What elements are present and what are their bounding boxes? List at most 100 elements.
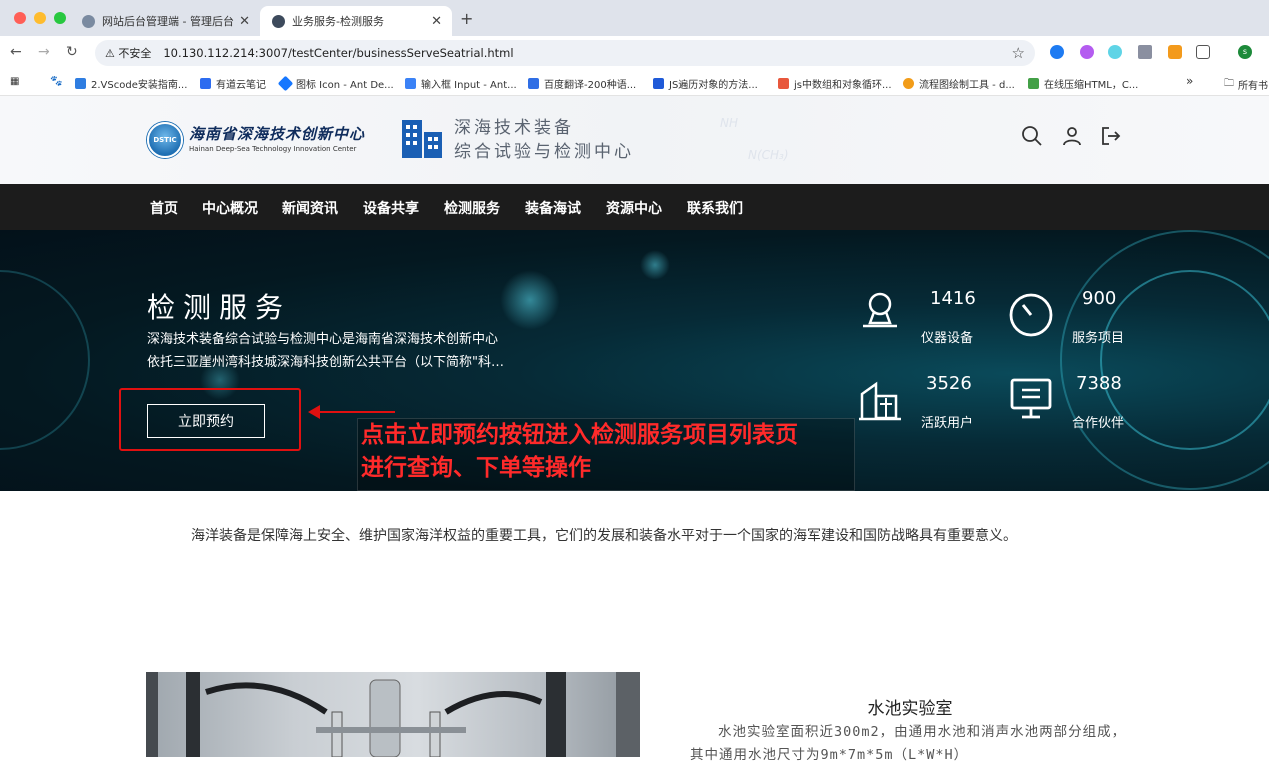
csdn-icon: [778, 78, 789, 89]
maximize-window-button[interactable]: [54, 12, 66, 24]
profile-avatar[interactable]: s: [1238, 45, 1252, 59]
nav-about[interactable]: 中心概况: [202, 198, 258, 218]
light-glow: [640, 250, 670, 280]
bookmark-item[interactable]: js中数组和对象循环...: [778, 76, 892, 91]
tab-title: 业务服务-检测服务: [292, 15, 384, 28]
browser-tab-service[interactable]: 业务服务-检测服务 ✕: [260, 6, 452, 36]
center-title: 深海技术装备 综合试验与检测中心: [454, 118, 634, 162]
banner-title: 检测服务: [147, 291, 292, 324]
nav-equipment-sharing[interactable]: 设备共享: [363, 198, 419, 218]
stat-label: 合作伙伴: [1072, 416, 1125, 431]
minimize-window-button[interactable]: [34, 12, 46, 24]
tech-ring-decoration: [1100, 270, 1269, 450]
browser-tab-bar: 网站后台管理端 - 管理后台 ✕ 业务服务-检测服务 ✕ +: [0, 0, 1269, 36]
bookmarks-bar: ▦ 🐾 2.VScode安装指南... 有道云笔记 图标 Icon - Ant …: [0, 70, 1269, 96]
site-favicon-icon: [272, 14, 285, 28]
nav-home[interactable]: 首页: [150, 198, 178, 218]
chem-decoration: NH: [720, 116, 738, 130]
extension-vue-icon[interactable]: [1138, 45, 1152, 59]
bookmark-item[interactable]: 图标 Icon - Ant De...: [277, 75, 394, 92]
security-warning-icon[interactable]: ⚠ 不安全: [105, 45, 151, 61]
extension-yellow-icon[interactable]: [1168, 45, 1182, 59]
all-bookmarks-folder[interactable]: 🗀 所有书: [1224, 76, 1268, 93]
bookmark-item[interactable]: 在线压缩HTML，C...: [1028, 76, 1138, 91]
gauge-icon: [1009, 293, 1053, 337]
close-window-button[interactable]: [14, 12, 26, 24]
bookmark-item[interactable]: 百度翻译-200种语...: [528, 76, 636, 91]
logout-icon[interactable]: [1099, 124, 1123, 148]
main-nav: 首页 中心概况 新闻资讯 设备共享 检测服务 装备海试 资源中心 联系我们: [0, 184, 1269, 230]
close-tab-icon[interactable]: ✕: [239, 14, 250, 29]
juejin-icon: [653, 78, 664, 89]
bookmark-item[interactable]: JS遍历对象的方法...: [653, 76, 758, 91]
reload-icon[interactable]: ↻: [66, 44, 78, 60]
intro-paragraph: 海洋装备是保障海上安全、维护国家海洋权益的重要工具，它们的发展和装备水平对于一个…: [191, 528, 1017, 544]
org-name-en: Hainan Deep-Sea Technology Innovation Ce…: [189, 145, 357, 153]
annotation-arrow-line: [318, 411, 395, 413]
org-logo[interactable]: DSTIC: [147, 122, 183, 158]
bookmark-item[interactable]: 输入框 Input - Ant...: [405, 76, 517, 91]
apps-grid-icon[interactable]: ▦: [10, 76, 19, 87]
baidu-paw-icon[interactable]: 🐾: [50, 76, 62, 87]
building-logo-icon: [402, 120, 442, 158]
extension-react-icon[interactable]: [1108, 45, 1122, 59]
browser-tab-admin[interactable]: 网站后台管理端 - 管理后台 ✕: [70, 6, 260, 36]
bookmarks-overflow-button[interactable]: »: [1186, 74, 1193, 88]
html-compress-icon: [1028, 78, 1039, 89]
search-icon[interactable]: [1020, 124, 1044, 148]
vue-shield-icon: [405, 78, 416, 89]
tech-ring-decoration: [0, 270, 90, 450]
vscode-icon: [75, 78, 86, 89]
hero-banner: 检测服务 深海技术装备综合试验与检测中心是海南省深海技术创新中心 依托三亚崖州湾…: [0, 230, 1269, 491]
annotation-text: 点击立即预约按钮进入检测服务项目列表页 进行查询、下单等操作: [357, 418, 855, 491]
site-header: DSTIC 海南省深海技术创新中心 Hainan Deep-Sea Techno…: [0, 96, 1269, 184]
stat-number: 7388: [1076, 373, 1122, 394]
person-icon: [863, 292, 897, 328]
extension-flower-icon[interactable]: [1080, 45, 1094, 59]
back-icon[interactable]: ←: [10, 44, 22, 60]
user-icon[interactable]: [1060, 124, 1084, 148]
nav-sea-trial[interactable]: 装备海试: [525, 198, 581, 218]
folder-icon: 🗀: [1224, 78, 1234, 89]
lab-description: 水池实验室面积近300m2，由通用水池和消声水池两部分组成，其中通用水池尺寸为9…: [690, 724, 1127, 763]
extensions-puzzle-icon[interactable]: [1196, 45, 1210, 59]
lab-title: 水池实验室: [867, 699, 953, 719]
nav-resource-center[interactable]: 资源中心: [606, 198, 662, 218]
baidu-translate-icon: [528, 78, 539, 89]
banner-description: 深海技术装备综合试验与检测中心是海南省深海技术创新中心 依托三亚崖州湾科技城深海…: [147, 332, 504, 370]
stat-number: 3526: [926, 373, 972, 394]
bookmark-item[interactable]: 2.VScode安装指南...: [75, 76, 187, 91]
stat-number: 900: [1082, 288, 1117, 309]
url-input[interactable]: ⚠ 不安全 10.130.112.214:3007/testCenter/bus…: [95, 40, 1035, 66]
nav-contact[interactable]: 联系我们: [687, 198, 743, 218]
nav-testing-service[interactable]: 检测服务: [444, 198, 500, 218]
close-tab-icon[interactable]: ✕: [431, 14, 442, 29]
org-name-cn: 海南省深海技术创新中心: [189, 125, 366, 143]
stat-label: 服务项目: [1072, 331, 1125, 346]
chem-decoration: N(CH₃): [748, 148, 789, 162]
tab-title: 网站后台管理端 - 管理后台: [102, 15, 234, 28]
security-label: 不安全: [118, 47, 152, 60]
bookmark-item[interactable]: 有道云笔记: [200, 76, 266, 91]
monitor-icon: [1010, 378, 1052, 419]
stat-label: 仪器设备: [921, 331, 974, 346]
forward-icon[interactable]: →: [38, 44, 50, 60]
bookmark-star-icon[interactable]: ☆: [1012, 44, 1025, 62]
building-icon: [859, 381, 901, 421]
lab-equipment-image: [146, 672, 640, 757]
site-favicon-icon: [82, 14, 95, 28]
drawio-icon: [903, 78, 914, 89]
ant-design-icon: [277, 75, 294, 92]
browser-address-bar: ← → ↻ ⚠ 不安全 10.130.112.214:3007/testCent…: [0, 36, 1269, 70]
stat-number: 1416: [930, 288, 976, 309]
bookmark-item[interactable]: 流程图绘制工具 - d...: [903, 76, 1015, 91]
new-tab-icon[interactable]: +: [460, 9, 473, 28]
light-glow: [500, 270, 560, 330]
annotation-highlight-box: [119, 388, 301, 451]
extension-chat-icon[interactable]: [1050, 45, 1064, 59]
lab-photo: [146, 672, 640, 757]
nav-news[interactable]: 新闻资讯: [282, 198, 338, 218]
youdao-icon: [200, 78, 211, 89]
stat-label: 活跃用户: [921, 416, 974, 431]
url-text: 10.130.112.214:3007/testCenter/businessS…: [163, 46, 514, 60]
